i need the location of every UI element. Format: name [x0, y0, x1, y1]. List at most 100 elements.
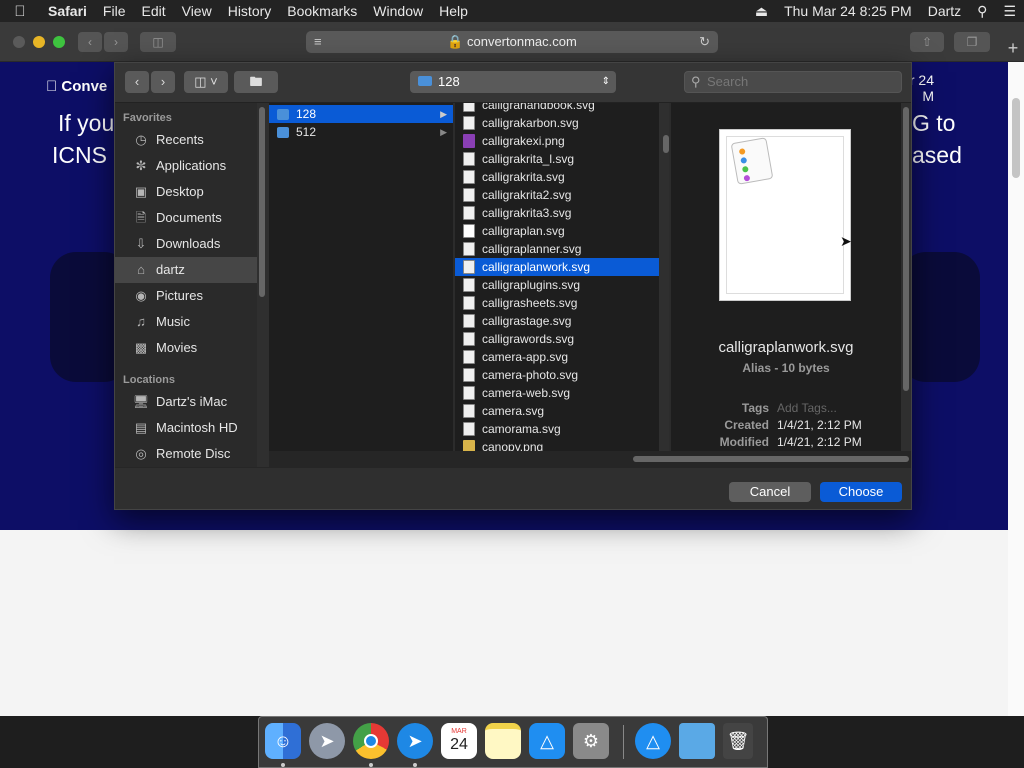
list-item[interactable]: calligrawords.svg	[455, 330, 659, 348]
reader-icon[interactable]: ≡	[314, 31, 322, 53]
sidebar-item-applications[interactable]: ✼ Applications	[115, 153, 257, 179]
window-zoom-button[interactable]	[53, 36, 65, 48]
folder-icon[interactable]	[679, 723, 715, 759]
page-scroll-thumb[interactable]	[1012, 98, 1020, 178]
notes-icon[interactable]	[485, 723, 521, 759]
back-button[interactable]: ‹	[78, 32, 102, 52]
sidebar-item-music[interactable]: ♫ Music	[115, 309, 257, 335]
svg-file-icon	[463, 170, 475, 184]
choose-button[interactable]: Choose	[820, 482, 902, 502]
window-close-button[interactable]	[13, 36, 25, 48]
columns-view-icon: ◫	[194, 74, 207, 89]
spotlight-icon[interactable]: ⚲	[969, 3, 995, 20]
list-item[interactable]: calligrastage.svg	[455, 312, 659, 330]
sidebar-toggle-icon[interactable]: ◫	[140, 32, 176, 52]
meta-modified-label: Modified	[719, 435, 769, 449]
menu-edit[interactable]: Edit	[133, 3, 173, 19]
list-item[interactable]: camera-web.svg	[455, 384, 659, 402]
list-item[interactable]: calligraplan.svg	[455, 222, 659, 240]
preview-scroll-thumb[interactable]	[903, 107, 909, 391]
sidebar-item-desktop[interactable]: ▣ Desktop	[115, 179, 257, 205]
svg-file-icon	[463, 116, 475, 130]
list-item[interactable]: calligrakrita3.svg	[455, 204, 659, 222]
site-logo[interactable]:  Conve	[46, 78, 107, 95]
system-preferences-icon[interactable]: ⚙	[573, 723, 609, 759]
share-icon[interactable]: ⇧	[910, 32, 944, 52]
sidebar-item-remote-disc[interactable]: ◎ Remote Disc	[115, 441, 257, 467]
list-item[interactable]: calligrakrita_l.svg	[455, 150, 659, 168]
horizontal-scrollbar[interactable]	[269, 451, 911, 467]
sidebar-scroll-thumb[interactable]	[259, 107, 265, 297]
list-item[interactable]: camera-app.svg	[455, 348, 659, 366]
sidebar-item-macintosh-hd[interactable]: ▤ Macintosh HD	[115, 415, 257, 441]
search-field[interactable]: ⚲ Search	[684, 71, 902, 93]
menu-history[interactable]: History	[220, 3, 280, 19]
window-minimize-button[interactable]	[33, 36, 45, 48]
reload-icon[interactable]: ↻	[699, 31, 710, 53]
list-item[interactable]: 128 ▶	[269, 105, 453, 123]
view-mode-button[interactable]: ◫ ˅	[184, 71, 228, 93]
horizontal-scroll-thumb[interactable]	[633, 456, 909, 462]
dialog-forward-button[interactable]: ›	[151, 71, 175, 93]
new-folder-button[interactable]: 🖿	[234, 71, 278, 93]
app-store-folder-icon[interactable]: △	[635, 723, 671, 759]
trash-icon[interactable]: 🗑	[723, 723, 753, 759]
notification-center-icon[interactable]: ☰	[995, 3, 1024, 20]
tags-field[interactable]: Add Tags...	[777, 401, 837, 415]
folder-icon	[277, 126, 289, 138]
page-date-line1: r 24	[909, 72, 934, 88]
path-popup[interactable]: 128 ⇕	[410, 71, 616, 93]
list-item[interactable]: camera.svg	[455, 402, 659, 420]
folder-icon	[277, 108, 289, 120]
list-item[interactable]: canopy.png	[455, 438, 659, 451]
sidebar-item-pictures[interactable]: ◉ Pictures	[115, 283, 257, 309]
menu-app-name[interactable]: Safari	[40, 3, 95, 19]
sidebar-label: dartz	[156, 262, 185, 277]
menu-window[interactable]: Window	[365, 3, 431, 19]
menu-file[interactable]: File	[95, 3, 134, 19]
address-bar[interactable]: ≡ 🔒 convertonmac.com ↻	[306, 31, 718, 53]
sidebar-item-downloads[interactable]: ⇩ Downloads	[115, 231, 257, 257]
safari-icon[interactable]: ➤	[397, 723, 433, 759]
list-item[interactable]: calligraplugins.svg	[455, 276, 659, 294]
list-item[interactable]: calligraplanner.svg	[455, 240, 659, 258]
user-menu[interactable]: Dartz	[920, 3, 969, 19]
tabs-overview-icon[interactable]: ❐	[954, 32, 990, 52]
list-item[interactable]: calligrakarbon.svg	[455, 114, 659, 132]
eject-icon[interactable]: ⏏	[747, 3, 776, 20]
menu-bookmarks[interactable]: Bookmarks	[279, 3, 365, 19]
sidebar-item-imac[interactable]: 🖥 Dartz's iMac	[115, 389, 257, 415]
headline-line1-left: If you	[58, 110, 115, 136]
sidebar-scrollbar[interactable]	[257, 103, 269, 467]
forward-button[interactable]: ›	[104, 32, 128, 52]
clock[interactable]: Thu Mar 24 8:25 PM	[776, 3, 920, 19]
calendar-icon[interactable]: MAR 24	[441, 723, 477, 759]
svg-file-icon	[463, 260, 475, 274]
list-item[interactable]: calligraplanwork.svg	[455, 258, 659, 276]
cancel-button[interactable]: Cancel	[729, 482, 811, 502]
menu-help[interactable]: Help	[431, 3, 476, 19]
svg-file-icon	[463, 103, 475, 112]
list-item-label: calligrakexi.png	[482, 134, 565, 148]
list-item[interactable]: calligrakrita2.svg	[455, 186, 659, 204]
list-item[interactable]: calligrakexi.png	[455, 132, 659, 150]
launchpad-icon[interactable]: ➤	[309, 723, 345, 759]
dialog-back-button[interactable]: ‹	[125, 71, 149, 93]
list-item[interactable]: 512 ▶	[269, 123, 453, 141]
sidebar-item-recents[interactable]: ◷ Recents	[115, 127, 257, 153]
list-item[interactable]: calligrahandbook.svg	[455, 103, 659, 114]
list-item[interactable]: calligrakrita.svg	[455, 168, 659, 186]
list-dot	[743, 174, 751, 182]
finder-icon[interactable]: ☺	[265, 723, 301, 759]
new-tab-button[interactable]: +	[1002, 36, 1024, 60]
sidebar-item-dartz[interactable]: ⌂ dartz	[115, 257, 257, 283]
menu-view[interactable]: View	[174, 3, 220, 19]
list-item[interactable]: calligrasheets.svg	[455, 294, 659, 312]
sidebar-item-movies[interactable]: ▩ Movies	[115, 335, 257, 361]
app-store-icon[interactable]: △	[529, 723, 565, 759]
chrome-icon[interactable]	[353, 723, 389, 759]
apple-menu-icon[interactable]: 	[0, 3, 40, 20]
sidebar-item-documents[interactable]: 🗎 Documents	[115, 205, 257, 231]
list-item[interactable]: camorama.svg	[455, 420, 659, 438]
list-item[interactable]: camera-photo.svg	[455, 366, 659, 384]
